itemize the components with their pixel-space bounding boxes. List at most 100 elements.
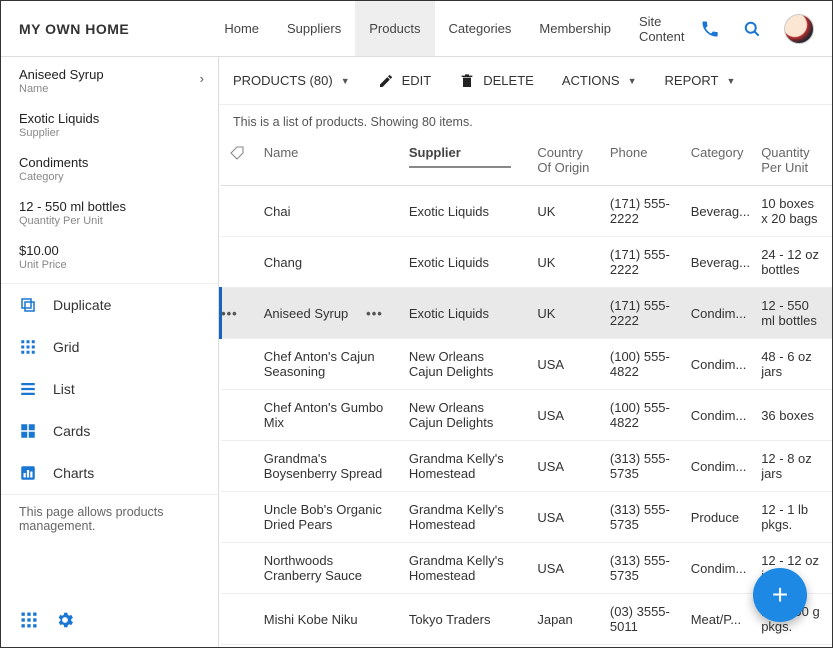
products-count-dropdown[interactable]: PRODUCTS (80) ▼ [233, 73, 350, 88]
col-supplier[interactable]: Supplier [401, 137, 530, 186]
cell: (171) 555-2222 [602, 186, 683, 237]
add-fab[interactable]: + [753, 568, 807, 622]
cell: Condim... [683, 339, 753, 390]
nav-membership[interactable]: Membership [525, 1, 625, 56]
table-row[interactable]: ChaiExotic LiquidsUK(171) 555-2222Bevera… [221, 186, 833, 237]
table-row[interactable]: Uncle Bob's Organic Dried PearsGrandma K… [221, 492, 833, 543]
cell: Tokyo Traders [401, 594, 530, 645]
cell: Meat/P... [683, 594, 753, 645]
row-menu-icon[interactable]: ••• [366, 306, 393, 321]
nav-home[interactable]: Home [210, 1, 273, 56]
detail-name[interactable]: Aniseed SyrupName› [1, 57, 218, 101]
avatar[interactable] [784, 14, 814, 44]
view-list[interactable]: List [1, 368, 218, 410]
cell: 10 boxes x 20 bags [753, 186, 832, 237]
cell: Chef Anton's Gumbo Mix [256, 390, 401, 441]
list-icon [19, 380, 37, 398]
cell: Tokyo Traders [401, 645, 530, 648]
apps-icon[interactable] [19, 610, 39, 633]
cell: New Orleans Cajun Delights [401, 339, 530, 390]
cell: USA [529, 441, 602, 492]
gear-icon[interactable] [55, 610, 75, 633]
list-subtitle: This is a list of products. Showing 80 i… [219, 105, 832, 137]
cell: Uncle Bob's Organic Dried Pears [256, 492, 401, 543]
cell: Produce [683, 492, 753, 543]
detail-value: Condiments [19, 155, 200, 170]
cell: 48 - 6 oz jars [753, 339, 832, 390]
cell: (171) 555-2222 [602, 288, 683, 339]
view-label: Charts [53, 465, 94, 481]
cell: Japan [529, 594, 602, 645]
view-duplicate[interactable]: Duplicate [1, 284, 218, 326]
view-cards[interactable]: Cards [1, 410, 218, 452]
nav-categories[interactable]: Categories [435, 1, 526, 56]
chevron-right-icon: › [200, 71, 204, 86]
table-row[interactable]: ChangExotic LiquidsUK(171) 555-2222Bever… [221, 237, 833, 288]
cell: UK [529, 237, 602, 288]
table-row[interactable]: Northwoods Cranberry SauceGrandma Kelly'… [221, 543, 833, 594]
col-phone[interactable]: Phone [602, 137, 683, 186]
col-category[interactable]: Category [683, 137, 753, 186]
row-menu-icon[interactable]: ••• [221, 306, 248, 321]
cell [221, 441, 256, 492]
cell: (313) 555-5735 [602, 441, 683, 492]
cell: (100) 555-4822 [602, 339, 683, 390]
view-charts[interactable]: Charts [1, 452, 218, 494]
cell [221, 492, 256, 543]
table-row[interactable]: Grandma's Boysenberry SpreadGrandma Kell… [221, 441, 833, 492]
search-icon[interactable] [742, 19, 762, 39]
col-country-of-origin[interactable]: Country Of Origin [529, 137, 602, 186]
nav-products[interactable]: Products [355, 1, 434, 56]
nav-site-content[interactable]: Site Content [625, 1, 700, 56]
actions-dropdown[interactable]: ACTIONS ▼ [562, 73, 637, 88]
edit-button[interactable]: EDIT [378, 73, 432, 89]
sidebar-description: This page allows products management. [1, 494, 218, 543]
cell: USA [529, 390, 602, 441]
col-name[interactable]: Name [256, 137, 401, 186]
cell: Grandma Kelly's Homestead [401, 492, 530, 543]
table-row[interactable]: Mishi Kobe NikuTokyo TradersJapan(03) 35… [221, 594, 833, 645]
detail-value: Aniseed Syrup [19, 67, 200, 82]
nav-suppliers[interactable]: Suppliers [273, 1, 355, 56]
cell [221, 339, 256, 390]
detail-unit-price[interactable]: $10.00Unit Price [1, 233, 218, 277]
phone-icon[interactable] [700, 19, 720, 39]
detail-quantity-per-unit[interactable]: 12 - 550 ml bottlesQuantity Per Unit [1, 189, 218, 233]
table-row[interactable]: •••Aniseed Syrup•••Exotic LiquidsUK(171)… [221, 288, 833, 339]
cell: Condim... [683, 390, 753, 441]
table-row[interactable]: Chef Anton's Cajun SeasoningNew Orleans … [221, 339, 833, 390]
detail-label: Unit Price [19, 259, 200, 271]
detail-label: Name [19, 83, 200, 95]
detail-category[interactable]: CondimentsCategory [1, 145, 218, 189]
view-label: Duplicate [53, 297, 111, 313]
cell: Chai [256, 186, 401, 237]
detail-supplier[interactable]: Exotic LiquidsSupplier [1, 101, 218, 145]
cell: 12 - 200 ml jars [753, 645, 832, 648]
cell: (100) 555-4822 [602, 390, 683, 441]
cell: Aniseed Syrup••• [256, 288, 401, 339]
duplicate-icon [19, 296, 37, 314]
cell: Exotic Liquids [401, 237, 530, 288]
view-grid[interactable]: Grid [1, 326, 218, 368]
cell: Seafood [683, 645, 753, 648]
col-quantity-per-unit[interactable]: Quantity Per Unit [753, 137, 832, 186]
detail-value: 12 - 550 ml bottles [19, 199, 200, 214]
cell: Chang [256, 237, 401, 288]
cell: UK [529, 186, 602, 237]
cell: Condim... [683, 543, 753, 594]
delete-button[interactable]: DELETE [459, 73, 534, 89]
cell: Northwoods Cranberry Sauce [256, 543, 401, 594]
detail-label: Quantity Per Unit [19, 215, 200, 227]
cell: UK [529, 288, 602, 339]
app-brand[interactable]: MY OWN HOME [1, 21, 210, 37]
cell: Japan [529, 645, 602, 648]
cell: New Orleans Cajun Delights [401, 390, 530, 441]
select-all[interactable] [221, 137, 256, 186]
table-row[interactable]: IkuraTokyo TradersJapan(03) 3555-5011Sea… [221, 645, 833, 648]
cell: Exotic Liquids [401, 186, 530, 237]
cell: USA [529, 492, 602, 543]
report-dropdown[interactable]: REPORT ▼ [665, 73, 736, 88]
cell: Ikura [256, 645, 401, 648]
cell: Grandma's Boysenberry Spread [256, 441, 401, 492]
table-row[interactable]: Chef Anton's Gumbo MixNew Orleans Cajun … [221, 390, 833, 441]
